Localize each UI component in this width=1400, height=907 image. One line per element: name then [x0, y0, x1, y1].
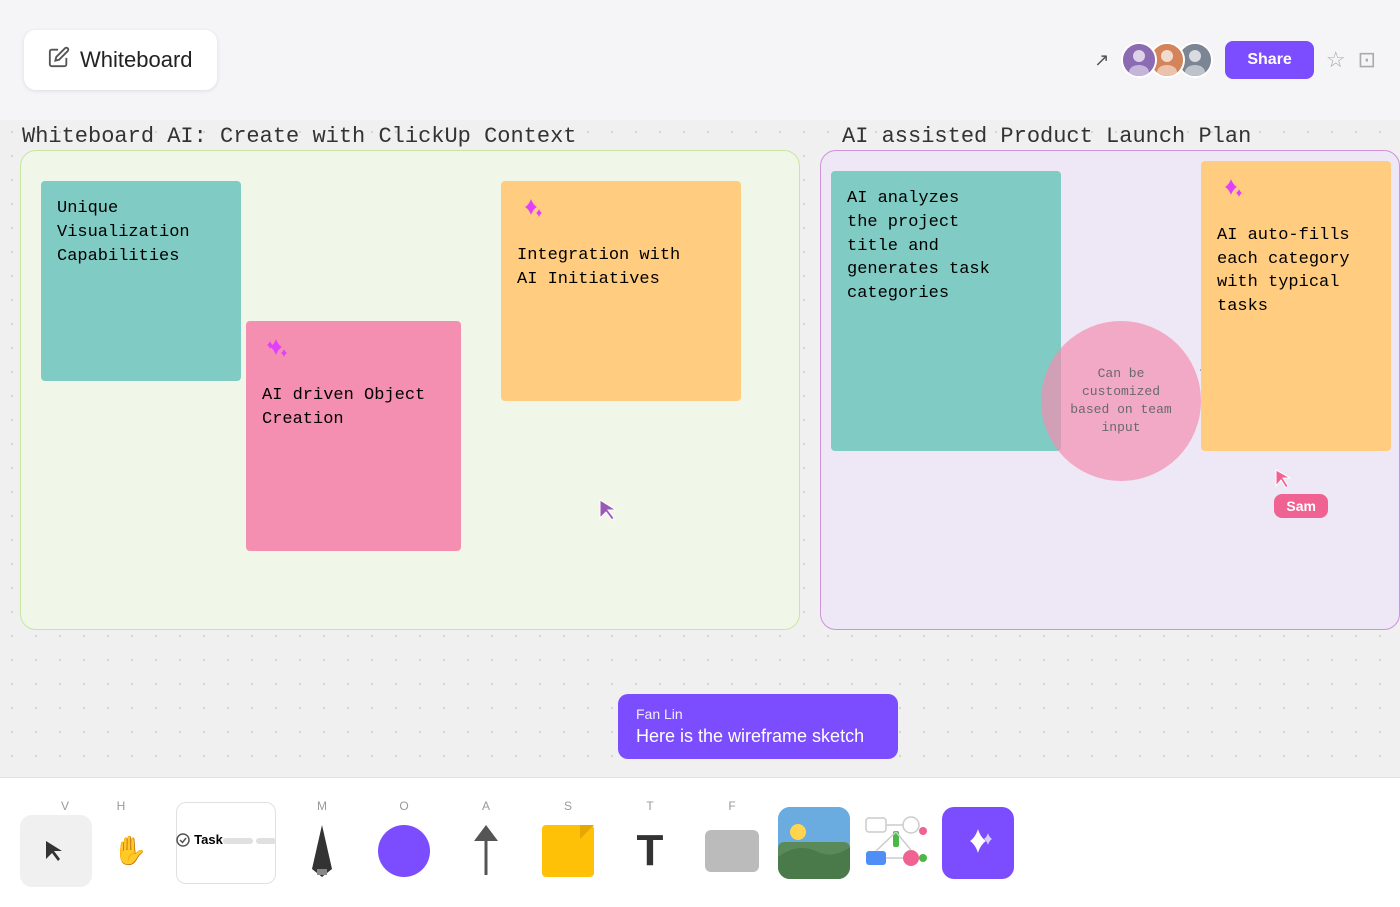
sam-label: Sam	[1274, 494, 1328, 518]
ai-icon-autofills	[1217, 177, 1375, 216]
fan-lin-cursor	[598, 498, 618, 527]
circle-note-text: Can be customized based on team input	[1061, 365, 1181, 438]
tool-group-text: T T	[614, 799, 686, 887]
cursor-mode-icon: ↗	[1094, 50, 1109, 71]
sticky-note-ai-driven[interactable]: AI driven Object Creation	[246, 321, 461, 551]
pen-tool[interactable]	[286, 815, 358, 887]
left-section-title: Whiteboard AI: Create with ClickUp Conte…	[22, 124, 577, 149]
text-tool[interactable]: T	[614, 815, 686, 887]
tooltip-message: Here is the wireframe sketch	[636, 726, 880, 747]
right-whiteboard-frame: AI analyzesthe projecttitle andgenerates…	[820, 150, 1400, 630]
avatar-1	[1121, 42, 1157, 78]
sticky-note-ai-driven-text: AI driven Object Creation	[262, 386, 425, 429]
ai-tool[interactable]	[942, 807, 1014, 879]
frame-tool[interactable]	[696, 815, 768, 887]
task-tool[interactable]: Task	[176, 802, 276, 884]
sticky-tool[interactable]	[532, 815, 604, 887]
arrow-tool[interactable]	[450, 815, 522, 887]
shape-tool[interactable]	[368, 815, 440, 887]
header: Whiteboard ↗ Share ☆ ⊡	[0, 0, 1400, 120]
hand-tool[interactable]: ✋	[94, 815, 166, 887]
star-icon[interactable]: ☆	[1326, 47, 1346, 73]
shape-key-label: O	[399, 799, 408, 813]
left-whiteboard-frame: UniqueVisualizationCapabilities AI drive…	[20, 150, 800, 630]
task-label: Task	[194, 832, 223, 847]
title-bar: Whiteboard	[24, 30, 217, 90]
tool-group-pen: M	[286, 799, 358, 887]
tool-group-sticky: S	[532, 799, 604, 887]
page-title: Whiteboard	[80, 47, 193, 73]
ai-icon-pink	[262, 337, 445, 376]
fan-lin-tooltip: Fan Lin Here is the wireframe sketch	[618, 694, 898, 759]
sticky-note-ai-autofills[interactable]: AI auto-fillseach categorywith typicalta…	[1201, 161, 1391, 451]
avatar-group	[1121, 42, 1213, 78]
edit-icon	[48, 46, 70, 74]
toolbar: V H ✋ Task M	[0, 777, 1400, 907]
share-button[interactable]: Share	[1225, 41, 1313, 79]
sam-cursor: Sam	[1274, 468, 1328, 518]
frame-key-label: F	[728, 799, 735, 813]
sticky-note-ai-analyzes-text: AI analyzesthe projecttitle andgenerates…	[847, 189, 990, 303]
tool-group-shape: O	[368, 799, 440, 887]
sticky-note-text: UniqueVisualizationCapabilities	[57, 199, 190, 266]
diagram-tool[interactable]	[860, 807, 932, 879]
task-tool-label: Task	[176, 832, 223, 847]
media-tool[interactable]	[778, 807, 850, 879]
tool-group-arrow: A	[450, 799, 522, 887]
sticky-note-integration[interactable]: Integration withAI Initiatives	[501, 181, 741, 401]
tool-group-frame: F	[696, 799, 768, 887]
sticky-note-unique-viz[interactable]: UniqueVisualizationCapabilities	[41, 181, 241, 381]
tooltip-user-name: Fan Lin	[636, 706, 880, 722]
sticky-note-integration-text: Integration withAI Initiatives	[517, 246, 680, 289]
sticky-note-ai-analyzes[interactable]: AI analyzesthe projecttitle andgenerates…	[831, 171, 1061, 451]
right-section-title: AI assisted Product Launch Plan	[842, 124, 1251, 149]
ai-icon-orange	[517, 197, 725, 236]
header-controls: ↗ Share ☆ ⊡	[1094, 41, 1376, 79]
hand-key-label: H	[94, 799, 148, 813]
pen-key-label: M	[317, 799, 327, 813]
text-key-label: T	[646, 799, 653, 813]
select-key-label: V	[38, 799, 92, 813]
arrow-key-label: A	[482, 799, 490, 813]
tool-group-select-hand: V H ✋	[20, 799, 166, 887]
circle-note-customize[interactable]: Can be customized based on team input	[1041, 321, 1201, 481]
more-icon[interactable]: ⊡	[1358, 47, 1376, 73]
sticky-note-autofills-text: AI auto-fillseach categorywith typicalta…	[1217, 226, 1350, 316]
select-tool[interactable]	[20, 815, 92, 887]
sticky-key-label: S	[564, 799, 572, 813]
